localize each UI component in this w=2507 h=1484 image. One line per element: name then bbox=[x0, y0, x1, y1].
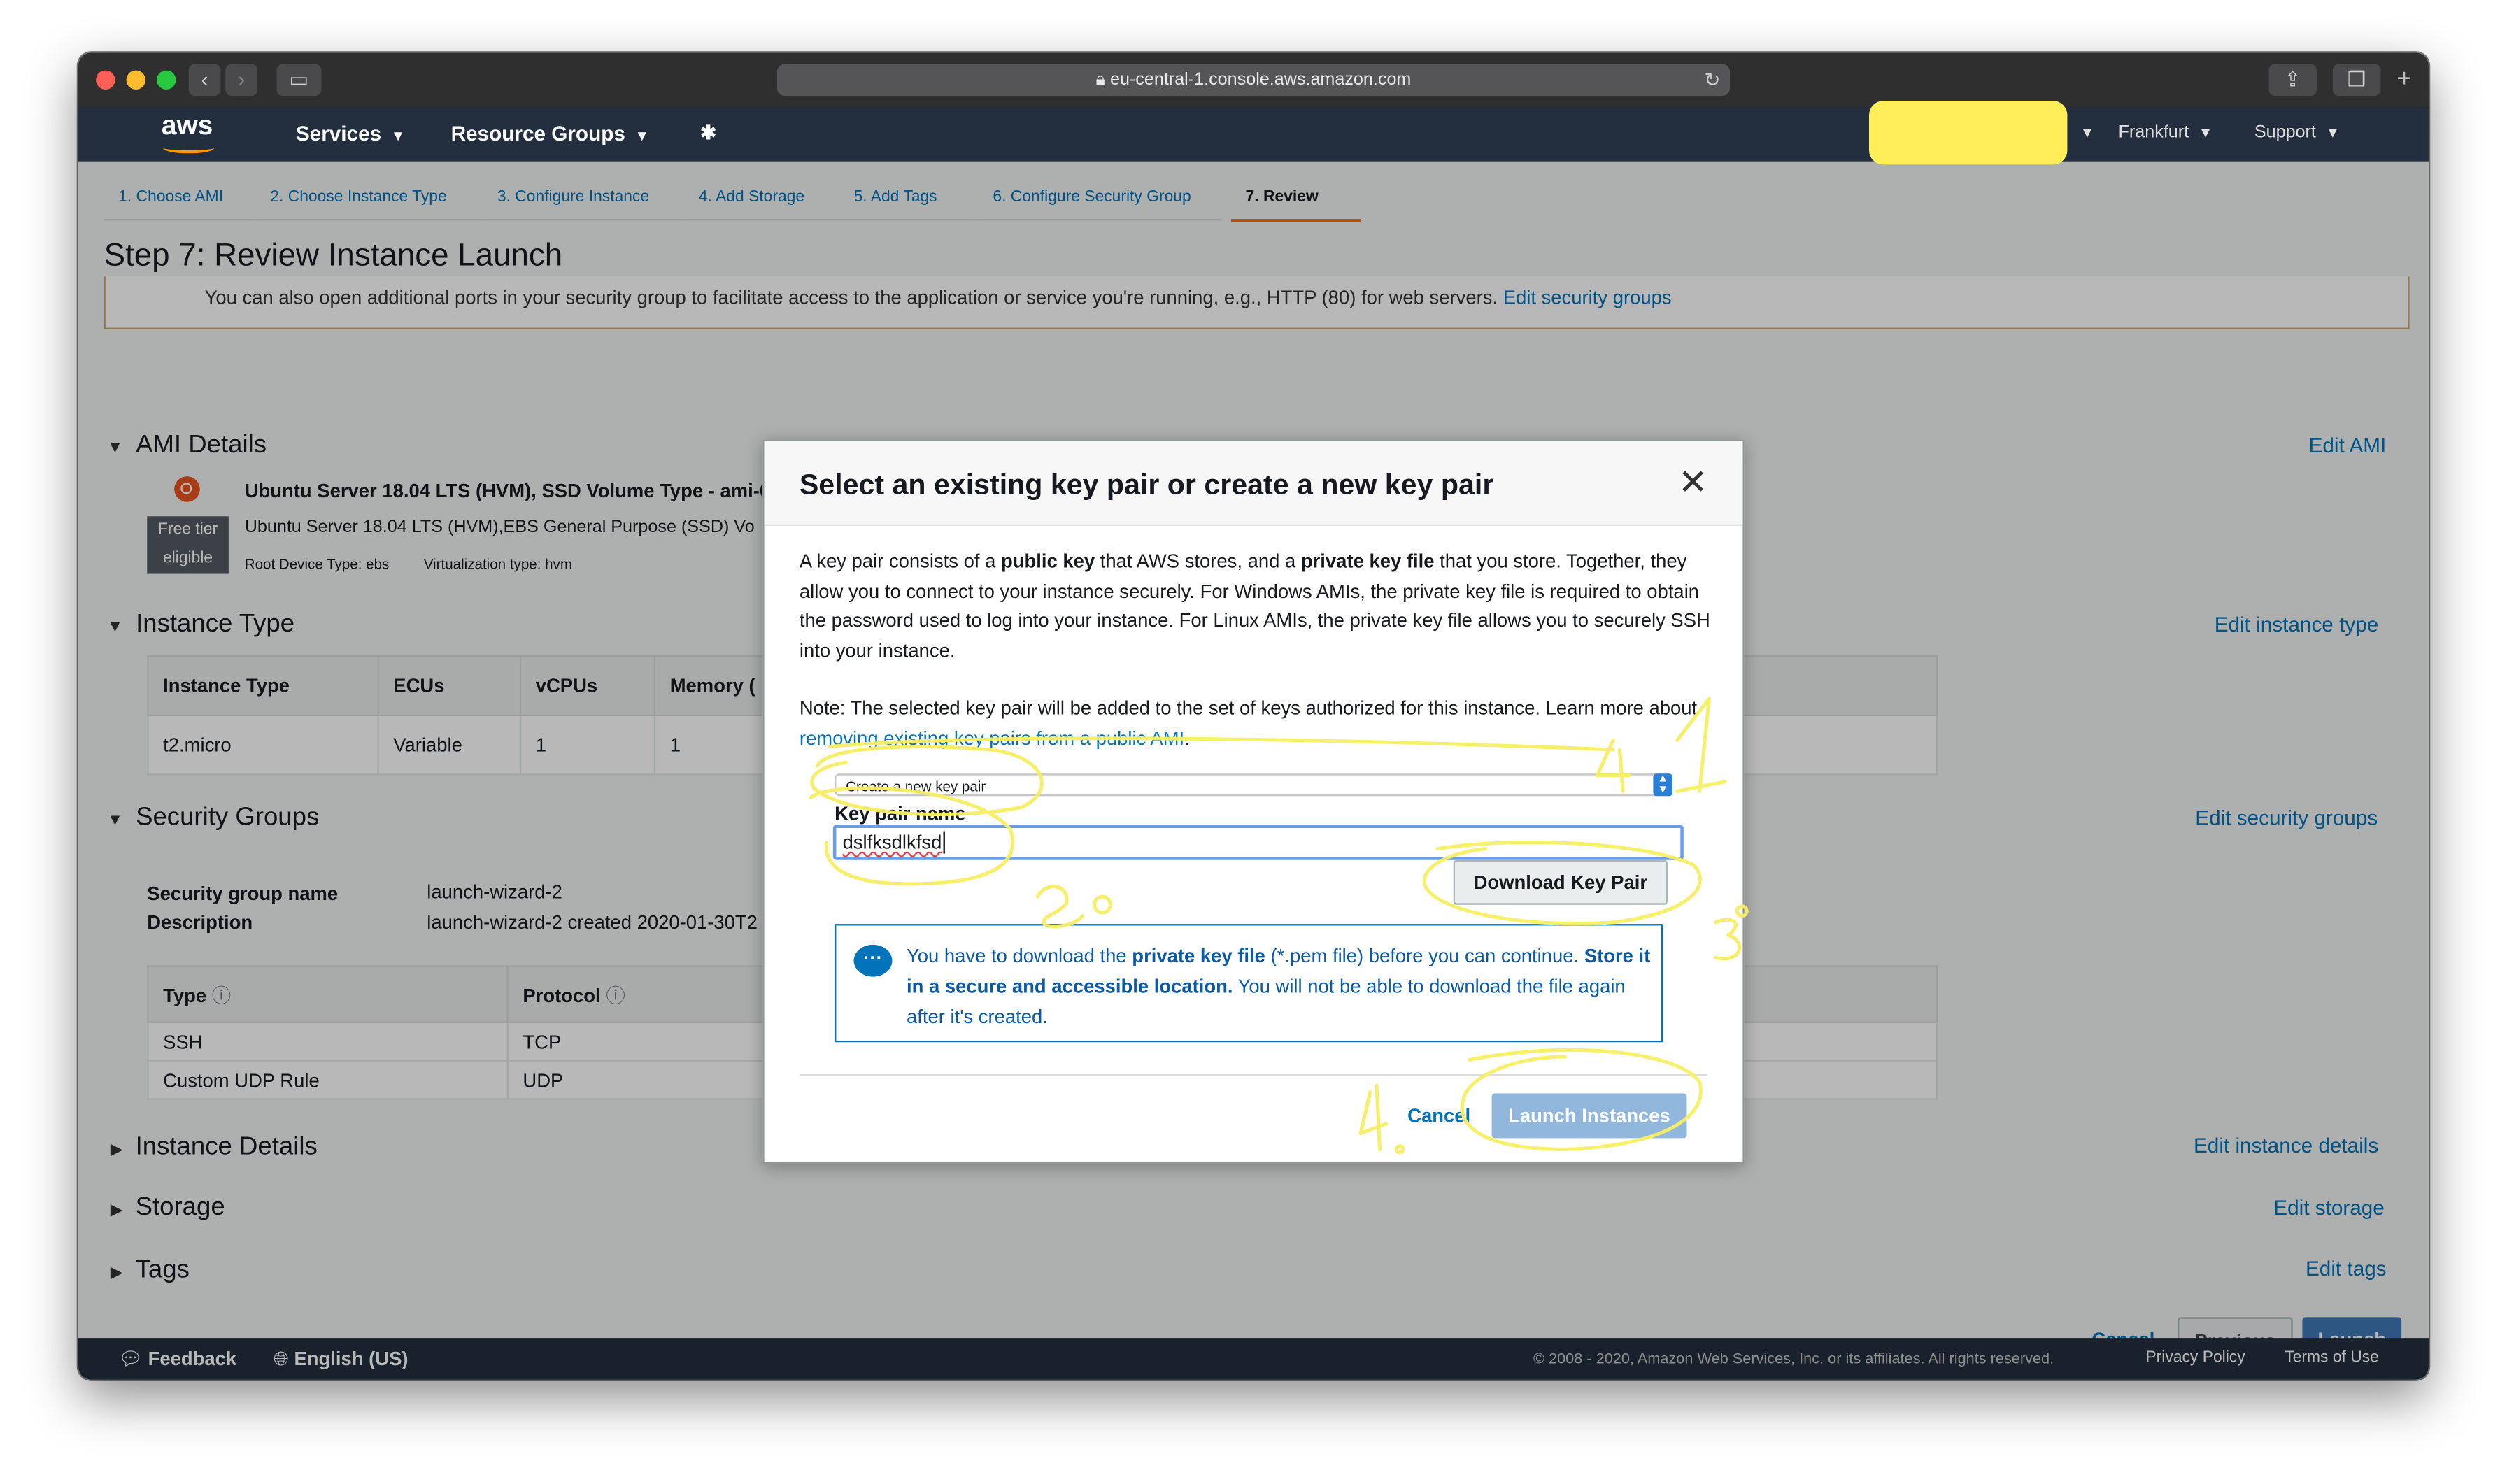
select-arrows-icon: ▲ ▼ bbox=[1653, 773, 1672, 797]
chat-bubble-icon: ··· bbox=[853, 944, 893, 977]
note-end: . bbox=[1184, 726, 1190, 749]
caret-down-icon: ▼ bbox=[634, 127, 650, 144]
browser-window: ‹ › ▭ 🔒︎ eu-central-1.console.aws.amazon… bbox=[78, 52, 2429, 1380]
zoom-window-button[interactable] bbox=[156, 70, 176, 90]
region-label: Frankfurt bbox=[2118, 122, 2189, 143]
chevron-left-icon: ‹ bbox=[201, 66, 208, 92]
sidebar-toggle-button[interactable]: ▭ bbox=[276, 64, 322, 97]
caret-down-icon: ▼ bbox=[2198, 124, 2213, 141]
close-window-button[interactable] bbox=[96, 70, 115, 90]
dialog-divider bbox=[799, 1073, 1708, 1076]
region-menu[interactable]: Frankfurt ▼ bbox=[2119, 123, 2213, 142]
services-menu[interactable]: Services ▼ bbox=[296, 122, 405, 145]
info-bold: private key file bbox=[1132, 944, 1265, 967]
dialog-cancel-button[interactable]: Cancel bbox=[1400, 1093, 1477, 1138]
aws-top-nav: aws Services ▼ Resource Groups ▼ ✱ ▼ Frank… bbox=[78, 107, 2429, 162]
key-pair-dialog: Select an existing key pair or create a … bbox=[762, 439, 1745, 1164]
download-info-text: You have to download the private key fil… bbox=[907, 941, 1658, 1032]
note-text: Note: The selected key pair will be adde… bbox=[799, 697, 1698, 720]
selected-option: Create a new key pair bbox=[846, 778, 986, 794]
lock-icon: 🔒︎ bbox=[1095, 70, 1110, 90]
address-bar[interactable]: 🔒︎ eu-central-1.console.aws.amazon.com ↻ bbox=[776, 64, 1731, 97]
tabs-icon: ❐ bbox=[2347, 66, 2366, 92]
explanation-text: A key pair consists of a bbox=[799, 550, 1001, 573]
support-menu[interactable]: Support ▼ bbox=[2254, 123, 2340, 142]
account-name-highlight bbox=[1868, 100, 2068, 165]
services-label: Services bbox=[295, 121, 382, 145]
pin-icon[interactable]: ✱ bbox=[700, 122, 716, 144]
key-pair-option-select[interactable]: Create a new key pair ▲ ▼ bbox=[835, 773, 1672, 797]
caret-down-icon: ▼ bbox=[2080, 124, 2095, 141]
key-pair-note: Note: The selected key pair will be adde… bbox=[800, 694, 1711, 753]
explanation-bold: private key file bbox=[1300, 550, 1435, 573]
account-menu-caret[interactable]: ▼ bbox=[2071, 123, 2094, 142]
explanation-bold: public key bbox=[1000, 550, 1095, 573]
key-pair-name-value: dslfksdlkfsd bbox=[842, 831, 942, 854]
key-pair-name-label: Key pair name bbox=[835, 802, 966, 825]
share-button[interactable]: ⇪ bbox=[2268, 64, 2317, 97]
key-pair-explanation: A key pair consists of a public key that… bbox=[800, 547, 1711, 665]
reload-icon[interactable]: ↻ bbox=[1704, 64, 1720, 96]
minimize-window-button[interactable] bbox=[126, 70, 145, 90]
dialog-title: Select an existing key pair or create a … bbox=[799, 468, 1494, 501]
close-icon[interactable]: ✕ bbox=[1678, 462, 1707, 504]
key-pair-name-input[interactable]: dslfksdlkfsd bbox=[832, 825, 1684, 860]
support-label: Support bbox=[2254, 122, 2316, 143]
sidebar-icon: ▭ bbox=[289, 66, 309, 92]
resource-groups-label: Resource Groups bbox=[450, 121, 625, 145]
back-button[interactable]: ‹ bbox=[188, 64, 221, 97]
info-text: (*.pem file) before you can continue. bbox=[1265, 944, 1584, 967]
browser-titlebar: ‹ › ▭ 🔒︎ eu-central-1.console.aws.amazon… bbox=[78, 52, 2429, 109]
text-cursor bbox=[943, 831, 945, 854]
aws-logo-smile bbox=[163, 142, 215, 154]
explanation-text: that AWS stores, and a bbox=[1095, 550, 1301, 573]
caret-down-icon: ▼ bbox=[390, 127, 406, 144]
download-info-box: ··· You have to download the private key… bbox=[835, 924, 1663, 1043]
resource-groups-menu[interactable]: Resource Groups ▼ bbox=[451, 122, 649, 145]
caret-down-icon: ▼ bbox=[2325, 124, 2341, 141]
url-text: eu-central-1.console.aws.amazon.com bbox=[1109, 70, 1412, 90]
forward-button[interactable]: › bbox=[225, 64, 257, 97]
aws-logo[interactable]: aws bbox=[162, 110, 213, 143]
chevron-right-icon: › bbox=[238, 66, 246, 92]
new-tab-button[interactable]: + bbox=[2396, 66, 2411, 94]
download-key-pair-button[interactable]: Download Key Pair bbox=[1453, 859, 1668, 905]
tabs-overview-button[interactable]: ❐ bbox=[2332, 64, 2381, 97]
launch-instances-button[interactable]: Launch Instances bbox=[1491, 1093, 1687, 1139]
share-icon: ⇪ bbox=[2284, 66, 2302, 92]
dialog-header: Select an existing key pair or create a … bbox=[764, 441, 1743, 526]
remove-key-pairs-link[interactable]: removing existing key pairs from a publi… bbox=[800, 727, 1184, 749]
plus-icon: + bbox=[2396, 65, 2412, 93]
info-text: You have to download the bbox=[906, 944, 1132, 967]
